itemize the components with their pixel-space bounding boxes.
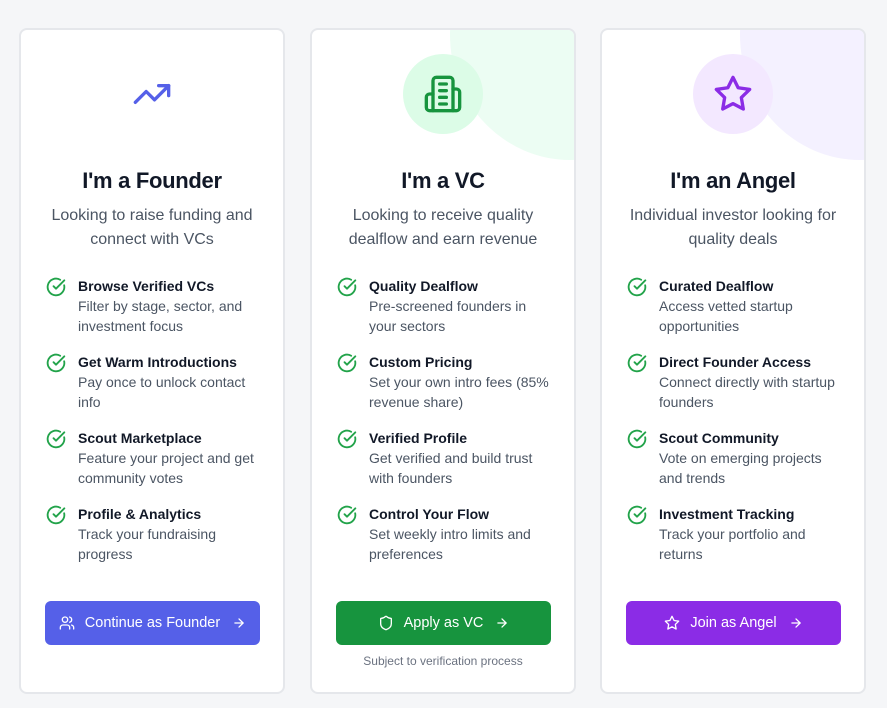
check-circle-icon	[46, 277, 66, 297]
join-as-angel-button[interactable]: Join as Angel	[626, 601, 841, 645]
card-subtitle: Looking to receive quality dealflow and …	[348, 207, 538, 248]
feature-item: Curated Dealflow Access vetted startup o…	[627, 276, 846, 352]
feature-title: Verified Profile	[369, 430, 468, 446]
feature-item: Profile & Analytics Track your fundraisi…	[46, 504, 265, 580]
card-title: I'm a VC	[401, 168, 485, 193]
shield-icon	[379, 615, 392, 631]
feature-list: Curated Dealflow Access vetted startup o…	[627, 276, 846, 580]
verification-note: Subject to verification process	[363, 654, 523, 668]
feature-description: Feature your project and get community v…	[78, 450, 254, 486]
angel-icon-container	[693, 54, 773, 134]
feature-description: Filter by stage, sector, and investment …	[78, 298, 243, 334]
arrow-right-icon	[234, 618, 244, 628]
apply-as-vc-button[interactable]: Apply as VC	[336, 601, 551, 645]
feature-description: Track your fundraising progress	[78, 526, 216, 562]
vc-icon-container	[403, 54, 483, 134]
arrow-right-icon	[497, 618, 508, 628]
feature-description: Vote on emerging projects and trends	[659, 450, 822, 486]
button-label: Continue as Founder	[84, 615, 221, 631]
angel-card: I'm an Angel Individual investor looking…	[600, 28, 866, 694]
feature-list: Quality Dealflow Pre-screened founders i…	[337, 276, 556, 580]
feature-title: Get Warm Introductions	[78, 354, 237, 370]
button-label: Apply as VC	[403, 615, 484, 631]
star-icon	[665, 615, 680, 630]
feature-description: Set weekly intro limits and preferences	[369, 526, 531, 562]
check-circle-icon	[46, 505, 66, 525]
arrow-right-icon	[790, 618, 801, 628]
check-circle-icon	[46, 429, 66, 449]
feature-title: Scout Marketplace	[78, 430, 202, 446]
feature-item: Control Your Flow Set weekly intro limit…	[337, 504, 556, 580]
continue-as-founder-button[interactable]: Continue as Founder	[45, 601, 260, 645]
trending-up-icon	[133, 84, 171, 105]
feature-description: Set your own intro fees (85% revenue sha…	[369, 374, 549, 410]
card-subtitle: Looking to raise funding and connect wit…	[51, 207, 253, 248]
feature-item: Browse Verified VCs Filter by stage, sec…	[46, 276, 265, 352]
check-circle-icon	[337, 429, 357, 449]
feature-item: Verified Profile Get verified and build …	[337, 428, 556, 504]
building-icon	[424, 75, 462, 113]
feature-title: Direct Founder Access	[659, 354, 811, 370]
feature-title: Curated Dealflow	[659, 278, 774, 294]
feature-title: Control Your Flow	[369, 506, 490, 522]
users-icon	[59, 616, 75, 630]
feature-item: Scout Community Vote on emerging project…	[627, 428, 846, 504]
feature-item: Quality Dealflow Pre-screened founders i…	[337, 276, 556, 352]
check-circle-icon	[627, 277, 647, 297]
vc-card: I'm a VC Looking to receive quality deal…	[310, 28, 576, 694]
check-circle-icon	[337, 277, 357, 297]
feature-title: Scout Community	[659, 430, 779, 446]
feature-title: Custom Pricing	[369, 354, 473, 370]
feature-title: Quality Dealflow	[369, 278, 478, 294]
feature-item: Investment Tracking Track your portfolio…	[627, 504, 846, 580]
card-title: I'm a Founder	[82, 168, 222, 193]
feature-item: Custom Pricing Set your own intro fees (…	[337, 352, 556, 428]
feature-description: Connect directly with startup founders	[659, 374, 835, 410]
feature-description: Access vetted startup opportunities	[659, 298, 793, 334]
founder-card: I'm a Founder Looking to raise funding a…	[19, 28, 285, 694]
check-circle-icon	[627, 505, 647, 525]
check-circle-icon	[627, 353, 647, 373]
feature-item: Direct Founder Access Connect directly w…	[627, 352, 846, 428]
check-circle-icon	[627, 429, 647, 449]
star-icon	[714, 75, 752, 111]
check-circle-icon	[337, 505, 357, 525]
feature-item: Scout Marketplace Feature your project a…	[46, 428, 265, 504]
feature-item: Get Warm Introductions Pay once to unloc…	[46, 352, 265, 428]
check-circle-icon	[46, 353, 66, 373]
card-subtitle: Individual investor looking for quality …	[629, 207, 837, 248]
feature-list: Browse Verified VCs Filter by stage, sec…	[46, 276, 265, 580]
feature-description: Pre-screened founders in your sectors	[369, 298, 527, 334]
feature-title: Profile & Analytics	[78, 506, 202, 522]
founder-icon-container	[112, 54, 192, 134]
feature-description: Get verified and build trust with founde…	[369, 450, 533, 486]
feature-description: Pay once to unlock contact info	[78, 374, 246, 410]
button-label: Join as Angel	[690, 615, 777, 631]
check-circle-icon	[337, 353, 357, 373]
feature-title: Browse Verified VCs	[78, 278, 215, 294]
feature-description: Track your portfolio and returns	[659, 526, 806, 562]
feature-title: Investment Tracking	[659, 506, 795, 522]
card-title: I'm an Angel	[670, 168, 796, 193]
